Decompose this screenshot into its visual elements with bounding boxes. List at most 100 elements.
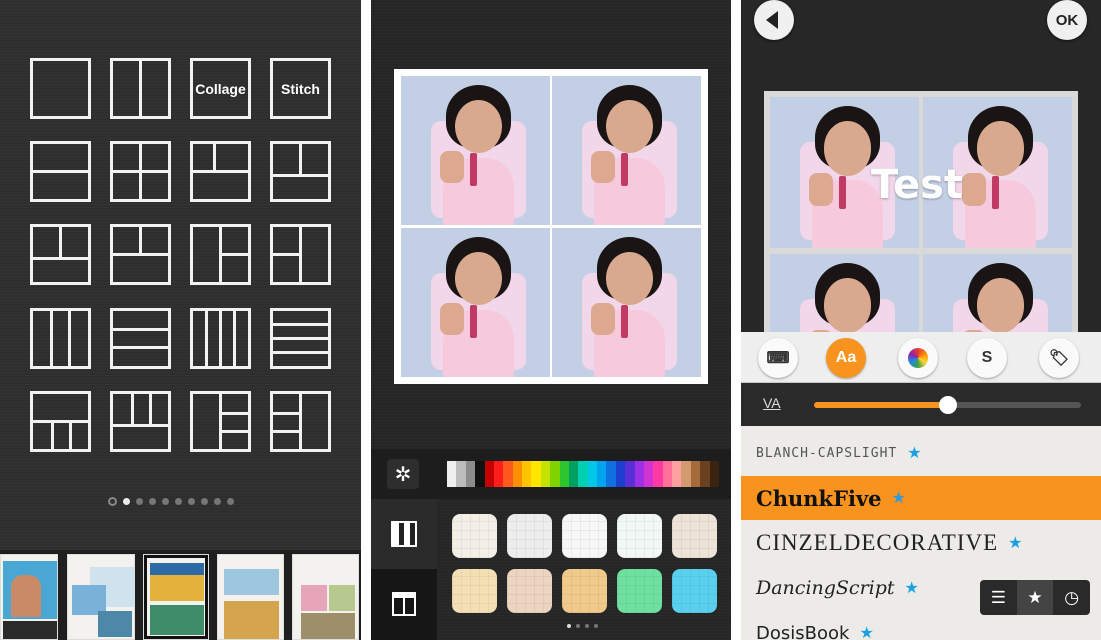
slider-handle[interactable] [938, 396, 957, 414]
color-swatch[interactable] [512, 461, 522, 487]
layout-option[interactable] [190, 308, 251, 369]
color-swatch[interactable] [550, 461, 560, 487]
template-thumbnail[interactable] [67, 554, 135, 640]
stitch-mode-button[interactable]: Stitch [270, 58, 331, 119]
layout-option[interactable] [190, 224, 251, 285]
layout-option[interactable] [110, 224, 171, 285]
star-icon[interactable]: ★ [1008, 533, 1022, 553]
color-swatch[interactable] [690, 461, 701, 487]
photo-cell[interactable] [552, 228, 701, 377]
color-swatch[interactable] [484, 461, 494, 487]
star-icon[interactable]: ★ [892, 488, 906, 508]
color-swatch[interactable] [447, 461, 457, 487]
color-swatch[interactable] [456, 461, 466, 487]
page-dot[interactable] [149, 497, 156, 505]
photo-cell[interactable] [770, 254, 919, 341]
color-swatch[interactable] [700, 461, 710, 487]
background-pattern-option[interactable] [562, 514, 607, 558]
color-swatch[interactable] [540, 461, 551, 487]
color-swatch[interactable] [634, 461, 644, 487]
color-swatch[interactable] [643, 461, 654, 487]
tab-patterns[interactable] [371, 499, 437, 569]
color-swatch[interactable] [578, 461, 588, 487]
tool-font-button[interactable]: Aa [826, 338, 866, 378]
background-pattern-option[interactable] [617, 569, 662, 613]
layout-option[interactable] [110, 308, 171, 369]
photo-cell[interactable] [401, 76, 550, 225]
overlay-text[interactable]: Test [871, 162, 963, 208]
color-swatch[interactable] [559, 461, 569, 487]
template-thumbnail[interactable] [217, 554, 284, 640]
tab-premium[interactable] [371, 569, 437, 639]
background-pattern-option[interactable] [452, 514, 497, 558]
color-swatch[interactable] [493, 461, 504, 487]
shuffle-icon[interactable]: ✲ [387, 459, 419, 489]
color-swatch[interactable] [597, 461, 607, 487]
page-dot[interactable] [576, 624, 580, 628]
star-icon[interactable]: ★ [859, 623, 873, 640]
page-dot[interactable] [201, 497, 208, 505]
collage-mode-button[interactable]: Collage [190, 58, 251, 119]
star-icon[interactable]: ★ [905, 578, 919, 598]
tool-style-button[interactable]: S [967, 338, 1007, 378]
view-mode-button[interactable]: ☰ [980, 580, 1017, 615]
layout-option[interactable] [190, 391, 251, 452]
color-swatch[interactable] [568, 461, 579, 487]
page-dot[interactable] [567, 624, 571, 628]
page-dot[interactable] [162, 497, 169, 505]
color-swatch[interactable] [606, 461, 616, 487]
color-swatch[interactable] [522, 461, 532, 487]
layout-option[interactable] [270, 141, 331, 202]
layout-option[interactable] [270, 391, 331, 452]
color-spectrum-picker[interactable] [447, 461, 719, 487]
color-swatch[interactable] [503, 461, 513, 487]
photo-cell[interactable] [552, 76, 701, 225]
tool-color-button[interactable] [898, 338, 938, 378]
layout-option[interactable] [30, 58, 91, 119]
layout-option[interactable] [110, 58, 171, 119]
layout-option[interactable] [270, 308, 331, 369]
layout-option[interactable] [30, 308, 91, 369]
background-pattern-option[interactable] [507, 514, 552, 558]
layout-option[interactable] [110, 391, 171, 452]
page-dot[interactable] [188, 497, 195, 505]
photo-cell[interactable] [923, 254, 1072, 341]
background-pattern-option[interactable] [617, 514, 662, 558]
tool-tag-button[interactable]: 🏷 [1039, 338, 1079, 378]
color-swatch[interactable] [653, 461, 663, 487]
layout-option[interactable] [30, 391, 91, 452]
back-button[interactable] [754, 0, 794, 40]
color-swatch[interactable] [681, 461, 691, 487]
font-list-item[interactable]: Blanch-CapsLight ★ [741, 431, 1101, 475]
color-swatch[interactable] [672, 461, 682, 487]
color-swatch[interactable] [625, 461, 635, 487]
font-list-item[interactable]: DosisBook ★ [741, 611, 1101, 640]
tool-keyboard-button[interactable]: ⌨ [758, 338, 798, 378]
color-swatch[interactable] [709, 461, 719, 487]
template-thumbnail[interactable] [292, 554, 359, 640]
color-swatch[interactable] [587, 461, 597, 487]
font-list-item[interactable]: CinzelDecorative ★ [741, 521, 1101, 565]
background-pattern-option[interactable] [672, 569, 717, 613]
page-dot[interactable] [227, 497, 234, 505]
color-swatch[interactable] [662, 461, 672, 487]
background-pattern-option[interactable] [672, 514, 717, 558]
ok-button[interactable]: OK [1047, 0, 1087, 40]
view-mode-button[interactable]: ★ [1016, 580, 1054, 615]
color-swatch[interactable] [531, 461, 541, 487]
template-thumbnail[interactable] [0, 554, 58, 640]
background-pattern-option[interactable] [507, 569, 552, 613]
template-thumbnail[interactable] [143, 554, 209, 640]
font-list-item[interactable]: ChunkFive ★ [741, 476, 1101, 520]
layout-option[interactable] [30, 224, 91, 285]
view-mode-button[interactable]: ◷ [1053, 580, 1090, 615]
background-pattern-option[interactable] [452, 569, 497, 613]
page-dot[interactable] [594, 624, 598, 628]
search-icon[interactable] [108, 496, 117, 506]
letter-spacing-slider[interactable] [814, 396, 1081, 414]
page-dot[interactable] [214, 497, 221, 505]
photo-cell[interactable] [401, 228, 550, 377]
color-swatch[interactable] [615, 461, 626, 487]
page-dot[interactable] [123, 497, 130, 505]
color-swatch[interactable] [465, 461, 476, 487]
